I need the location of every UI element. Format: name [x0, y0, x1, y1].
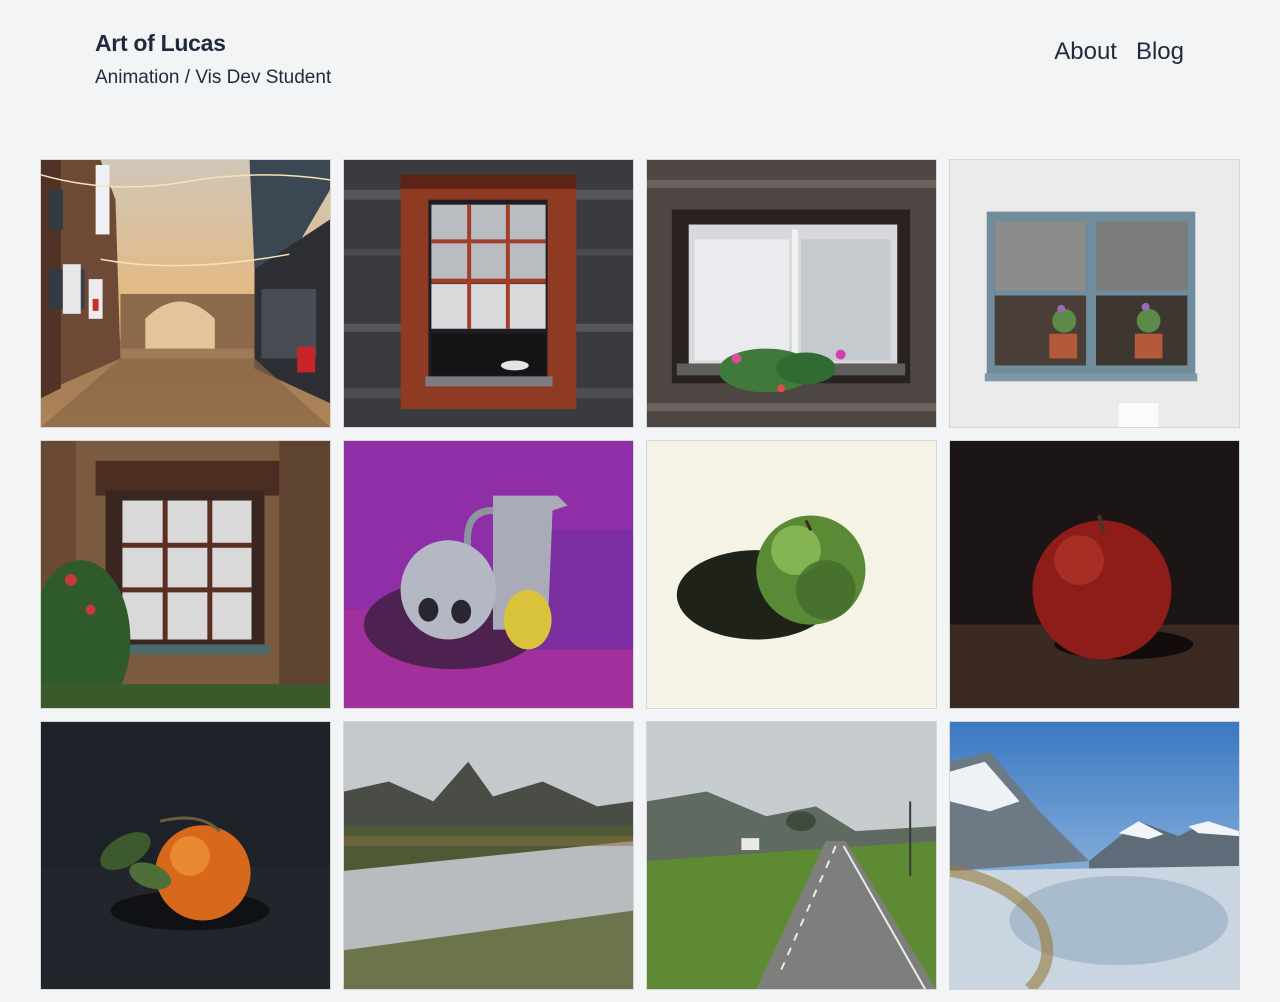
artwork-red-apple[interactable]	[949, 440, 1240, 709]
blue-window-painting	[950, 160, 1239, 427]
tangerine-painting	[41, 722, 330, 989]
mountain-lake-painting	[950, 722, 1239, 989]
artwork-green-apple[interactable]	[646, 440, 937, 709]
artwork-rustic-window[interactable]	[40, 440, 331, 709]
rural-road-painting	[647, 722, 936, 989]
main-nav: About Blog	[1054, 38, 1184, 66]
white-window-painting	[647, 160, 936, 427]
river-landscape-painting	[344, 722, 633, 989]
artwork-skull-still-life[interactable]	[343, 440, 634, 709]
site-subtitle: Animation / Vis Dev Student	[95, 67, 332, 88]
nav-blog-link[interactable]: Blog	[1136, 38, 1184, 66]
street-alley-painting	[41, 160, 330, 427]
nav-about-link[interactable]: About	[1054, 38, 1117, 66]
site-header: Art of Lucas Animation / Vis Dev Student…	[0, 0, 1280, 140]
artwork-street-alley[interactable]	[40, 159, 331, 428]
artwork-rural-road[interactable]	[646, 721, 937, 990]
artwork-tangerine[interactable]	[40, 721, 331, 990]
red-window-painting	[344, 160, 633, 427]
artwork-river-landscape[interactable]	[343, 721, 634, 990]
artwork-white-window[interactable]	[646, 159, 937, 428]
artwork-gallery	[40, 159, 1240, 990]
site-title[interactable]: Art of Lucas	[95, 30, 226, 57]
skull-still-life-painting	[344, 441, 633, 708]
rustic-window-painting	[41, 441, 330, 708]
red-apple-painting	[950, 441, 1239, 708]
green-apple-painting	[647, 441, 936, 708]
artwork-mountain-lake[interactable]	[949, 721, 1240, 990]
artwork-blue-window[interactable]	[949, 159, 1240, 428]
artwork-red-window[interactable]	[343, 159, 634, 428]
